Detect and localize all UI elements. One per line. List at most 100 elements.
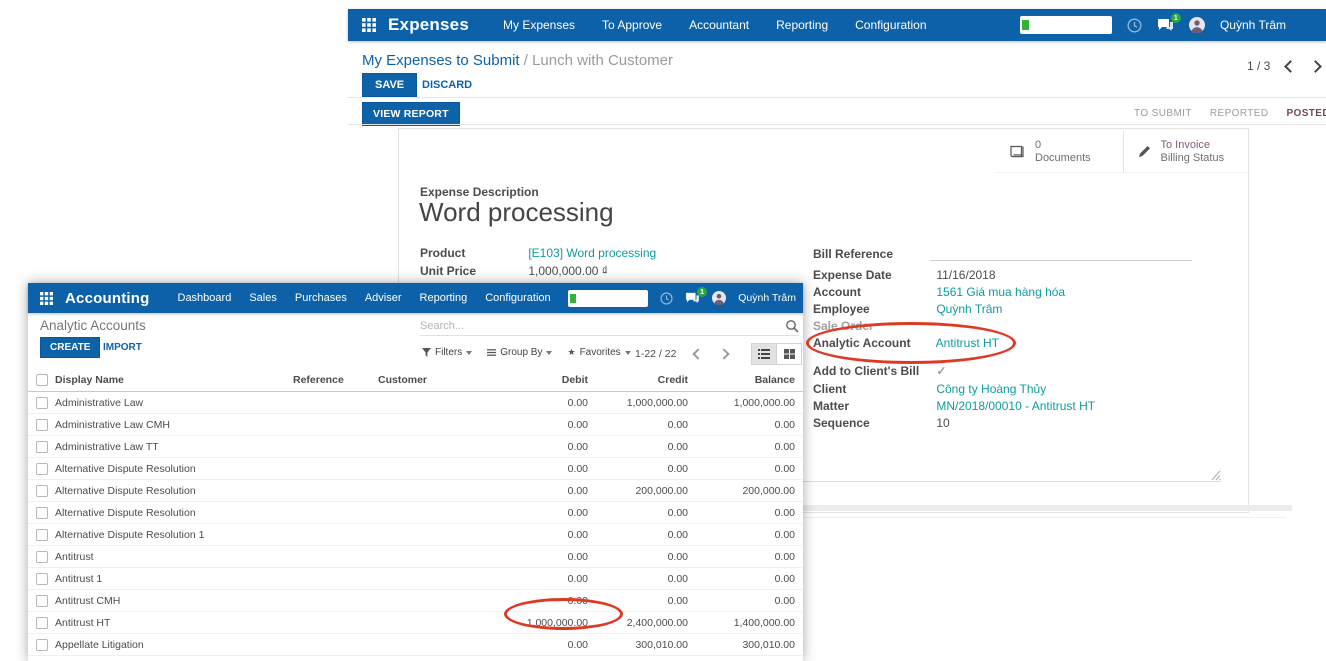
expense-date-value[interactable]: 11/16/2018 [936, 268, 995, 282]
sequence-value[interactable]: 10 [936, 416, 949, 430]
employee-label: Employee [813, 302, 933, 316]
user-name[interactable]: Quỳnh Trâm [738, 292, 796, 304]
row-checkbox[interactable] [36, 441, 48, 453]
expenses-menu-to-approve[interactable]: To Approve [602, 18, 662, 32]
message-count-badge: 1 [1171, 13, 1181, 23]
row-checkbox[interactable] [36, 419, 48, 431]
row-checkbox[interactable] [36, 551, 48, 563]
header-credit[interactable]: Credit [578, 374, 688, 386]
employee-value-link[interactable]: Quỳnh Trâm [936, 302, 1002, 316]
select-all-checkbox[interactable] [36, 374, 48, 386]
group-by-dropdown[interactable]: Group By [487, 347, 552, 358]
header-debit[interactable]: Debit [478, 374, 588, 386]
expenses-menu-accountant[interactable]: Accountant [689, 18, 749, 32]
table-row[interactable]: Administrative Law TT 0.00 0.00 0.00 [28, 436, 803, 458]
timer-widget[interactable] [1020, 16, 1112, 34]
search-input[interactable] [420, 317, 785, 335]
table-row[interactable]: Alternative Dispute Resolution 1 0.00 0.… [28, 524, 803, 546]
row-checkbox[interactable] [36, 507, 48, 519]
pager-previous-icon[interactable] [1284, 60, 1297, 73]
avatar[interactable] [1189, 17, 1205, 33]
table-row[interactable]: Appellate Litigation 0.00 300,010.00 300… [28, 634, 803, 656]
header-customer[interactable]: Customer [378, 374, 427, 386]
resize-handle-icon[interactable] [1209, 470, 1221, 481]
expenses-menu-my-expenses[interactable]: My Expenses [503, 18, 575, 32]
analytic-account-value-link[interactable]: Antitrust HT [936, 336, 999, 350]
row-checkbox[interactable] [36, 485, 48, 497]
view-report-button[interactable]: VIEW REPORT [362, 102, 460, 126]
clock-icon[interactable] [660, 292, 673, 305]
row-checkbox[interactable] [36, 463, 48, 475]
cell-credit: 0.00 [578, 573, 688, 585]
billing-status-stat-button[interactable]: To Invoice Billing Status [1123, 131, 1251, 172]
client-value-link[interactable]: Công ty Hoàng Thủy [936, 382, 1046, 396]
table-row[interactable]: Alternative Dispute Resolution 0.00 200,… [28, 480, 803, 502]
status-posted[interactable]: POSTED [1277, 108, 1326, 119]
bill-reference-input[interactable] [930, 260, 1192, 261]
matter-value-link[interactable]: MN/2018/00010 - Antitrust HT [936, 399, 1095, 413]
apps-grid-icon[interactable] [40, 292, 53, 305]
table-row[interactable]: Antitrust HT 1,000,000.00 2,400,000.00 1… [28, 612, 803, 634]
create-button[interactable]: CREATE [40, 337, 100, 358]
kanban-view-button[interactable] [777, 343, 802, 365]
header-display-name[interactable]: Display Name [55, 374, 124, 386]
accounting-menu-purchases[interactable]: Purchases [295, 292, 347, 304]
import-button[interactable]: IMPORT [103, 342, 142, 353]
cell-debit: 0.00 [478, 397, 588, 409]
accounting-menu-configuration[interactable]: Configuration [485, 292, 550, 304]
expenses-app-title[interactable]: Expenses [388, 15, 469, 35]
avatar[interactable] [712, 291, 726, 305]
account-value-link[interactable]: 1561 Giá mua hàng hóa [936, 285, 1065, 299]
accounting-menu-sales[interactable]: Sales [249, 292, 277, 304]
product-value-link[interactable]: [E103] Word processing [528, 246, 656, 260]
documents-stat-button[interactable]: 0 Documents [996, 131, 1123, 172]
status-to-submit[interactable]: TO SUBMIT [1125, 108, 1201, 119]
header-balance[interactable]: Balance [685, 374, 795, 386]
messages-icon[interactable]: 1 [685, 292, 700, 304]
kanban-view-icon [784, 349, 795, 359]
filters-dropdown[interactable]: Filters [422, 347, 472, 358]
table-row[interactable]: Antitrust CMH 0.00 0.00 0.00 [28, 590, 803, 612]
cell-credit: 0.00 [578, 419, 688, 431]
list-view-button[interactable] [751, 343, 777, 365]
accounting-menu-dashboard[interactable]: Dashboard [178, 292, 232, 304]
table-row[interactable]: Administrative Law 0.00 1,000,000.00 1,0… [28, 392, 803, 414]
accounting-menu-adviser[interactable]: Adviser [365, 292, 402, 304]
table-row[interactable]: Antitrust 0.00 0.00 0.00 [28, 546, 803, 568]
accounting-menu-reporting[interactable]: Reporting [420, 292, 468, 304]
status-reported[interactable]: REPORTED [1201, 108, 1278, 119]
header-reference[interactable]: Reference [293, 374, 344, 386]
favorites-dropdown[interactable]: ★ Favorites [567, 347, 630, 358]
timer-widget[interactable] [568, 290, 648, 307]
table-row[interactable]: Administrative Law CMH 0.00 0.00 0.00 [28, 414, 803, 436]
user-name[interactable]: Quỳnh Trâm [1220, 18, 1286, 32]
row-checkbox[interactable] [36, 573, 48, 585]
analytic-table-body: Administrative Law 0.00 1,000,000.00 1,0… [28, 392, 803, 656]
expense-description-value[interactable]: Word processing [419, 197, 614, 228]
messages-icon[interactable]: 1 [1157, 18, 1174, 32]
add-to-bill-checkbox[interactable]: ✓ [936, 364, 946, 378]
search-icon[interactable] [785, 319, 799, 333]
table-row[interactable]: Alternative Dispute Resolution 0.00 0.00… [28, 502, 803, 524]
table-row[interactable]: Alternative Dispute Resolution 0.00 0.00… [28, 458, 803, 480]
table-row[interactable]: Antitrust 1 0.00 0.00 0.00 [28, 568, 803, 590]
accounting-app-title[interactable]: Accounting [65, 290, 150, 307]
group-by-icon [487, 348, 496, 357]
save-button[interactable]: SAVE [362, 73, 417, 97]
pager-next-icon[interactable] [1309, 60, 1322, 73]
pager-previous-icon[interactable] [693, 348, 704, 359]
row-checkbox[interactable] [36, 639, 48, 651]
row-checkbox[interactable] [36, 397, 48, 409]
row-checkbox[interactable] [36, 617, 48, 629]
clock-icon[interactable] [1127, 18, 1142, 33]
discard-button[interactable]: DISCARD [422, 79, 472, 91]
row-checkbox[interactable] [36, 529, 48, 541]
row-checkbox[interactable] [36, 595, 48, 607]
apps-grid-icon[interactable] [362, 18, 376, 32]
expenses-menu-reporting[interactable]: Reporting [776, 18, 828, 32]
unit-price-value[interactable]: 1,000,000.00 ₫ [528, 264, 608, 278]
expenses-menu-configuration[interactable]: Configuration [855, 18, 926, 32]
pager-next-icon[interactable] [719, 348, 730, 359]
breadcrumb-parent-link[interactable]: My Expenses to Submit [362, 52, 520, 69]
cell-balance: 0.00 [685, 573, 795, 585]
